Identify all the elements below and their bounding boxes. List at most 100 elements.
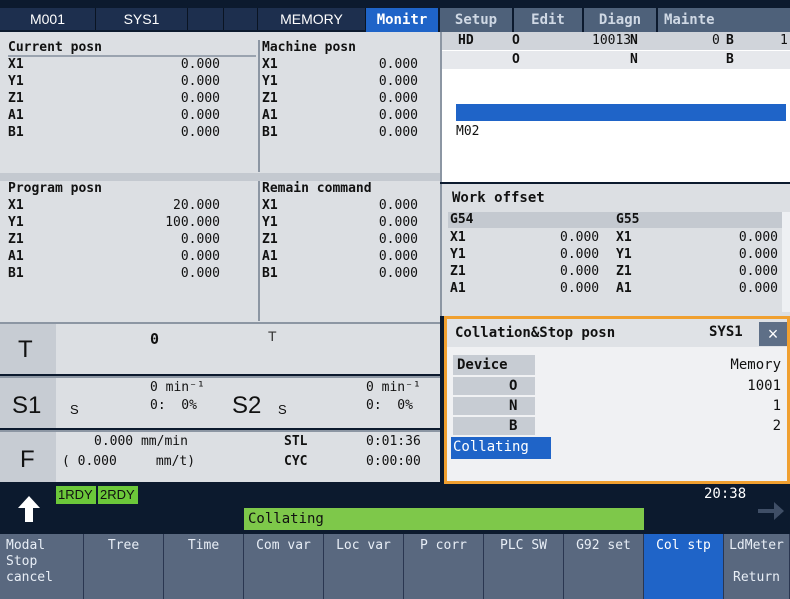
axis-row: B1 0.000 bbox=[8, 125, 220, 140]
axis-row: Y1 0.000 bbox=[262, 215, 418, 230]
f-label: F bbox=[20, 446, 35, 473]
axis-row: Z1 0.000 bbox=[262, 232, 418, 247]
panel-title: Current posn bbox=[8, 40, 102, 55]
axis-row: A1 0.000 bbox=[262, 108, 418, 123]
cyc-value: 0:00:00 bbox=[366, 454, 421, 469]
tab-monitr[interactable]: Monitr bbox=[366, 8, 438, 32]
hd-label: HD bbox=[458, 33, 474, 48]
collation-popup: Collation&Stop posn SYS1 × Device Memory… bbox=[444, 316, 790, 484]
offset-row: Y1 0.000 Y1 0.000 bbox=[450, 247, 778, 262]
current-block-highlight bbox=[456, 104, 786, 121]
tool-row: T 0 T bbox=[0, 322, 440, 374]
softkey-loc-var[interactable]: Loc var bbox=[324, 534, 404, 599]
machine-posn-panel: Machine posn X1 0.000 Y1 0.000 Z1 0.000 A1 0… bbox=[258, 40, 440, 172]
n-label: N bbox=[509, 398, 518, 414]
offset-row: X1 0.000 X1 0.000 bbox=[450, 230, 778, 245]
spindle-row: S1 S 0 min⁻¹ 0: 0% S2 S 0 min⁻¹ 0: 0% bbox=[0, 376, 440, 428]
softkey-time[interactable]: Time bbox=[164, 534, 244, 599]
tab-setup[interactable]: Setup bbox=[440, 8, 512, 32]
softkey-p-corr[interactable]: P corr bbox=[404, 534, 484, 599]
axis-row: B1 0.000 bbox=[262, 125, 418, 140]
mode-code: M001 bbox=[0, 8, 96, 30]
work-offset-col-header: G54 G55 bbox=[448, 212, 782, 228]
softkey-g92-set[interactable]: G92 set bbox=[564, 534, 644, 599]
message-bar: Collating bbox=[244, 508, 644, 530]
o-label: O bbox=[512, 52, 520, 67]
program-header-row-2: O N B bbox=[442, 51, 790, 69]
axis-row: Y1 0.000 bbox=[262, 74, 418, 89]
axis-row: B1 0.000 bbox=[8, 266, 220, 281]
up-arrow-icon[interactable] bbox=[14, 494, 44, 524]
o-value: 10013 bbox=[592, 33, 632, 48]
offset-row: Z1 0.000 Z1 0.000 bbox=[450, 264, 778, 279]
softkey-modal-stop-cancel[interactable]: Modal Stop cancel bbox=[0, 534, 84, 599]
s1-speed: 0 min⁻¹ bbox=[150, 380, 205, 395]
ready-indicator-2: 2RDY bbox=[98, 486, 138, 504]
feed-row: F 0.000 mm/min ( 0.000 mm/t) STL 0:01:36… bbox=[0, 430, 440, 482]
softkey-tree[interactable]: Tree bbox=[84, 534, 164, 599]
o-label: O bbox=[509, 378, 518, 394]
offset-row: A1 0.000 A1 0.000 bbox=[450, 281, 778, 296]
s1-label: S1 bbox=[12, 392, 42, 419]
current-posn-panel: Current posn X1 0.000 Y1 0.000 Z1 0.000 A1 0… bbox=[0, 40, 256, 172]
axis-row: X1 0.000 bbox=[262, 57, 418, 72]
b-label: B bbox=[726, 33, 734, 48]
s1-small-label: S bbox=[70, 402, 79, 417]
panel-title: Remain command bbox=[262, 181, 372, 196]
softkey-col-stp[interactable]: Col stp bbox=[644, 534, 724, 599]
o-value: 1001 bbox=[747, 378, 781, 394]
panel-title: Machine posn bbox=[262, 40, 356, 55]
axis-row: X1 0.000 bbox=[262, 198, 418, 213]
g54-label: G54 bbox=[450, 212, 474, 227]
g55-label: G55 bbox=[616, 212, 640, 227]
axis-row: Z1 0.000 bbox=[8, 232, 220, 247]
f-sub-value: ( 0.000 mm/t) bbox=[62, 454, 196, 469]
cyc-label: CYC bbox=[284, 454, 308, 469]
o-label: O bbox=[512, 33, 520, 48]
b-label: B bbox=[726, 52, 734, 67]
axis-row: A1 0.000 bbox=[8, 108, 220, 123]
b-label-cell bbox=[453, 417, 535, 435]
f-value: 0.000 mm/min bbox=[94, 434, 188, 449]
n-label: N bbox=[630, 33, 638, 48]
axis-row: Y1 100.000 bbox=[8, 215, 220, 230]
right-arrow-icon[interactable] bbox=[756, 498, 786, 524]
popup-title: Collation&Stop posn bbox=[455, 325, 616, 341]
program-header-row: HD O 10013 N 0 B 1 bbox=[442, 32, 790, 50]
ready-indicator-1: 1RDY bbox=[56, 486, 96, 504]
axis-row: Y1 0.000 bbox=[8, 74, 220, 89]
softkey-plc-sw[interactable]: PLC SW bbox=[484, 534, 564, 599]
tab-diagn[interactable]: Diagn bbox=[584, 8, 656, 32]
n-value: 0 bbox=[712, 33, 720, 48]
popup-system: SYS1 bbox=[709, 324, 743, 340]
divider bbox=[0, 173, 440, 181]
axis-row: X1 0.000 bbox=[8, 57, 220, 72]
tab-mainte[interactable]: Mainte bbox=[658, 8, 790, 32]
header-blank-2 bbox=[224, 8, 258, 30]
b-label: B bbox=[509, 418, 518, 434]
n-label: N bbox=[630, 52, 638, 67]
b-value: 1 bbox=[780, 33, 788, 48]
operation-status: MEMORY bbox=[258, 8, 366, 30]
axis-row: Z1 0.000 bbox=[8, 91, 220, 106]
program-posn-panel: Program posn X1 20.000 Y1 100.000 Z1 0.000 … bbox=[0, 181, 256, 321]
panel-title: Program posn bbox=[8, 181, 102, 196]
n-value: 1 bbox=[772, 398, 781, 414]
collating-status: Collating bbox=[451, 437, 551, 459]
t-value: 0 bbox=[150, 330, 160, 348]
axis-row: Z1 0.000 bbox=[262, 91, 418, 106]
popup-close-button[interactable]: × bbox=[759, 322, 787, 346]
stl-label: STL bbox=[284, 434, 308, 449]
close-icon: × bbox=[767, 323, 779, 344]
t2-label: T bbox=[268, 328, 277, 344]
softkey-com-var[interactable]: Com var bbox=[244, 534, 324, 599]
work-offset-title: Work offset bbox=[452, 190, 545, 206]
tab-edit[interactable]: Edit bbox=[514, 8, 582, 32]
softkey-ldmeter-return[interactable]: LdMeter Return bbox=[724, 534, 790, 599]
work-offset-scrollbar[interactable] bbox=[782, 212, 790, 312]
axis-row: X1 20.000 bbox=[8, 198, 220, 213]
device-value: Memory bbox=[730, 357, 781, 373]
header-blank-1 bbox=[188, 8, 224, 30]
clock-time: 20:38 bbox=[704, 486, 747, 502]
remain-command-panel: Remain command X1 0.000 Y1 0.000 Z1 0.000 A… bbox=[258, 181, 440, 321]
